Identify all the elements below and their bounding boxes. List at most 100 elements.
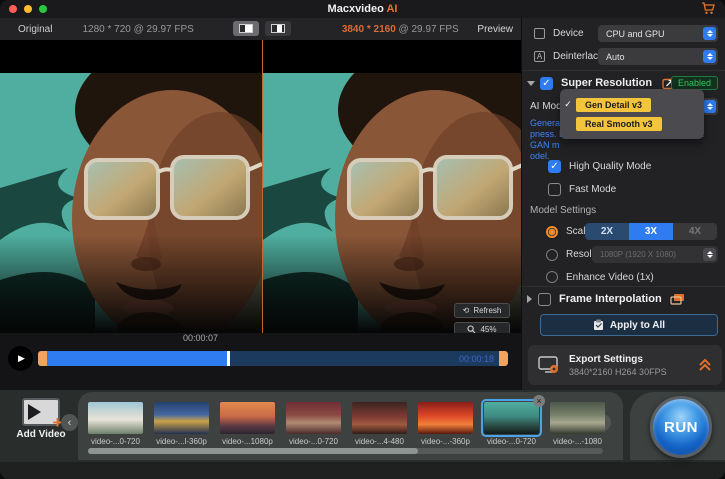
thumbnail-image[interactable] [550, 402, 605, 434]
enhance-video-label: Enhance Video (1x) [566, 271, 654, 283]
thumbnail-label: video-...-360p [421, 437, 470, 446]
thumbnail-label: video-...0-720 [91, 437, 140, 446]
scrollbar-thumb[interactable] [88, 448, 418, 454]
device-icon [534, 28, 545, 39]
video-thumbnail[interactable]: video-...1080p [220, 402, 275, 446]
menu-item-real-smooth[interactable]: Real Smooth v3 [560, 115, 704, 132]
thumbnail-image[interactable] [88, 402, 143, 434]
thumbnail-scrollbar[interactable] [88, 448, 603, 454]
scale-4x-button[interactable]: 4X [673, 223, 717, 240]
expand-arrow-icon[interactable] [527, 295, 532, 303]
video-thumbnail[interactable]: video-...4-480 [352, 402, 407, 446]
compare-divider[interactable] [262, 40, 263, 333]
video-thumbnail[interactable]: × video-...0-720 [481, 395, 545, 446]
preview-column: Original 1280 * 720 @ 29.97 FPS 3840 * 2… [0, 18, 521, 390]
super-resolution-checkbox[interactable]: ✓ [540, 76, 553, 90]
thumbnail-image[interactable] [286, 402, 341, 434]
timeline: 00:00:07 ▶ 00:00:18 [0, 333, 521, 390]
thumbnail-label: video-...4-480 [355, 437, 404, 446]
stepper-icon [703, 248, 716, 261]
menu-item-gen-detail[interactable]: ✓ Gen Detail v3 [560, 96, 704, 113]
play-icon: ▶ [18, 353, 25, 363]
scale-2x-button[interactable]: 2X [585, 223, 629, 240]
preview-label: Preview [477, 23, 513, 35]
title-bar: Macxvideo AI [0, 0, 725, 18]
video-thumbnail[interactable]: video-...0-720 [286, 402, 341, 446]
remove-video-icon[interactable]: × [533, 395, 545, 407]
original-video-pane [0, 40, 262, 333]
seek-bar[interactable]: 00:00:18 [38, 351, 508, 366]
slider-view-icon [271, 24, 285, 33]
device-label: Device [553, 28, 584, 39]
run-button[interactable]: RUN [650, 396, 712, 458]
thumbnail-image[interactable] [220, 402, 275, 434]
export-settings-card[interactable]: Export Settings 3840*2160 H264 30FPS [528, 345, 722, 385]
high-quality-checkbox[interactable]: ✓ [548, 159, 561, 173]
export-settings-value: 3840*2160 H264 30FPS [569, 366, 667, 377]
end-time: 00:00:18 [458, 354, 494, 364]
export-settings-title: Export Settings [569, 353, 643, 365]
app-title: Macxvideo AI [327, 3, 398, 15]
video-thumbnail[interactable]: video-...-360p [418, 402, 473, 446]
thumbnail-image[interactable] [154, 402, 209, 434]
thumbnail-list: video-...0-720 video-...l-360p video-...10… [88, 395, 605, 446]
split-view-icon [239, 24, 253, 33]
deinterlacing-dropdown[interactable]: Auto [598, 48, 718, 65]
add-video-icon: + [22, 398, 62, 431]
video-thumbnail[interactable]: video-...0-720 [88, 402, 143, 446]
enhance-video-radio[interactable] [546, 271, 558, 283]
enabled-badge: Enabled [670, 76, 718, 90]
video-thumbnail[interactable]: video-...l-360p [154, 402, 209, 446]
scroll-left-button[interactable]: ‹ [61, 414, 78, 431]
collapse-chevrons-icon[interactable] [698, 357, 712, 373]
play-button[interactable]: ▶ [8, 346, 33, 371]
trim-handle-end[interactable] [499, 351, 508, 366]
deinterlacing-icon: A [534, 51, 545, 62]
enhanced-resolution: 3840 * 2160 @ 29.97 FPS [341, 23, 459, 35]
original-label: Original [18, 23, 53, 35]
video-thumbnail[interactable]: video-...-1080 [550, 402, 605, 446]
frames-icon [670, 294, 684, 305]
resolution-radio[interactable] [546, 248, 558, 261]
magnifier-icon [467, 325, 476, 333]
stepper-icon [703, 27, 716, 40]
media-bar: + Add Video ‹ › video-...0-720video-...l… [0, 390, 725, 479]
zoom-level-button[interactable]: 45% [454, 322, 510, 333]
original-resolution: 1280 * 720 @ 29.97 FPS [82, 23, 194, 35]
trim-handle-start[interactable] [38, 351, 47, 366]
high-quality-label: High Quality Mode [569, 160, 652, 172]
scale-3x-button[interactable]: 3X [629, 223, 673, 240]
playhead[interactable] [227, 351, 230, 366]
preview-header: Original 1280 * 720 @ 29.97 FPS 3840 * 2… [0, 18, 521, 40]
progress-fill [38, 351, 229, 366]
scale-radio[interactable] [546, 225, 558, 238]
enhanced-video-pane [263, 40, 521, 333]
refresh-icon: ⟲ [462, 306, 470, 315]
thumbnail-image[interactable] [481, 399, 542, 437]
export-settings-icon [538, 356, 558, 373]
video-compare-area[interactable]: ⟲ Refresh 45% [0, 40, 521, 333]
thumbnail-label: video-...0-720 [289, 437, 338, 446]
resolution-dropdown: 1080P (1920 X 1080) [592, 246, 718, 263]
apply-to-all-button[interactable]: Apply to All [540, 314, 718, 336]
device-dropdown[interactable]: CPU and GPU [598, 25, 718, 42]
app-window: Macxvideo AI Original 1280 * 720 @ 29.97… [0, 0, 725, 479]
fast-mode-label: Fast Mode [569, 183, 617, 195]
slider-view-toggle[interactable] [265, 21, 291, 36]
settings-panel: Device CPU and GPU A Deinterlacing Auto … [521, 18, 725, 390]
clipboard-icon [593, 319, 603, 330]
thumbnail-label: video-...1080p [222, 437, 273, 446]
stepper-icon [703, 100, 716, 113]
thumbnail-image[interactable] [418, 402, 473, 434]
frame-interpolation-label: Frame Interpolation [559, 293, 662, 305]
super-resolution-label: Super Resolution [561, 77, 653, 89]
fast-mode-checkbox[interactable] [548, 182, 561, 196]
collapse-arrow-icon[interactable] [527, 80, 535, 86]
frame-interpolation-checkbox[interactable] [538, 292, 551, 306]
thumbnail-image[interactable] [352, 402, 407, 434]
refresh-button[interactable]: ⟲ Refresh [454, 303, 510, 318]
check-icon: ✓ [564, 99, 572, 109]
thumbnail-label: video-...l-360p [156, 437, 207, 446]
model-settings-title: Model Settings [530, 205, 597, 216]
split-view-toggle[interactable] [233, 21, 259, 36]
